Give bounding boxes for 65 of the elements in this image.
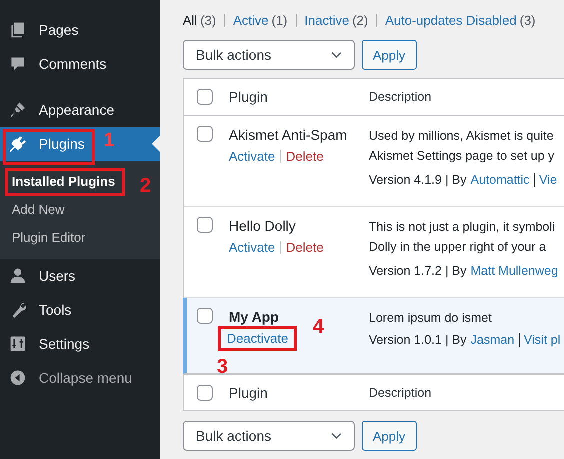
author-link[interactable]: Jasman <box>470 333 515 347</box>
filter-count: (1) <box>272 12 288 30</box>
pages-icon <box>9 21 27 39</box>
author-link[interactable]: Matt Mullenweg <box>470 264 558 278</box>
bulk-actions-select[interactable]: Bulk actions <box>183 421 355 451</box>
users-icon <box>9 267 27 285</box>
annotation-number: 2 <box>140 176 152 196</box>
column-header: Description <box>369 90 432 104</box>
plugin-name: Hello Dolly <box>229 217 296 235</box>
sidebar-menu-item[interactable]: Settings <box>0 327 160 361</box>
sidebar-menu-item[interactable]: Tools <box>0 293 160 327</box>
action-link[interactable]: Delete <box>286 149 324 164</box>
filter-count: (2) <box>352 12 368 30</box>
select-all-checkbox[interactable] <box>197 89 213 105</box>
comments-icon <box>9 55 27 73</box>
filter-count: (3) <box>200 12 216 30</box>
apply-button[interactable]: Apply <box>362 40 417 70</box>
appearance-icon <box>9 101 27 119</box>
chevron-down-icon <box>331 52 342 58</box>
action-link[interactable]: Activate <box>229 149 276 164</box>
plugin-name: My App <box>229 308 280 326</box>
annotation-number: 1 <box>104 131 115 150</box>
row-checkbox[interactable] <box>197 217 213 233</box>
sidebar-menu-item[interactable]: Users <box>0 259 160 293</box>
filter-count: (3) <box>520 12 536 30</box>
action-link[interactable]: Activate <box>229 240 276 255</box>
description-text: Akismet Settings page to set up y <box>369 148 556 165</box>
version-text: Version 1.0.1 | By <box>369 333 467 347</box>
submenu-item[interactable]: Plugin Editor <box>0 224 160 252</box>
row-checkbox[interactable] <box>197 126 213 142</box>
filter-link[interactable]: Auto-updates Disabled <box>385 0 517 42</box>
details-link[interactable]: Vie <box>539 173 558 187</box>
version-text: Version 4.1.9 | By <box>369 173 467 187</box>
filter-link[interactable]: Active <box>233 0 269 42</box>
current-pointer-icon <box>152 136 160 152</box>
sidebar-menu-item[interactable]: Pages <box>0 13 160 47</box>
column-footer: Description <box>369 386 432 400</box>
submenu-item[interactable]: Add New <box>0 196 160 224</box>
bulk-actions-select[interactable]: Bulk actions <box>183 40 355 70</box>
filter-link[interactable]: All <box>183 0 198 42</box>
filter-link[interactable]: Inactive <box>304 0 350 42</box>
description-text: Used by millions, Akismet is quite <box>369 128 555 145</box>
apply-button[interactable]: Apply <box>362 421 417 451</box>
annotation-number: 4 <box>313 317 324 337</box>
description-text: Dolly in the upper right of your a <box>369 239 548 256</box>
details-link[interactable]: Visit pl <box>524 333 561 347</box>
chevron-down-icon <box>331 432 342 440</box>
action-link[interactable]: Delete <box>286 240 324 255</box>
description-text: Lorem ipsum do ismet <box>369 310 493 327</box>
sidebar-menu-item[interactable]: Appearance <box>0 93 160 127</box>
action-link[interactable]: Deactivate <box>221 329 294 348</box>
select-all-checkbox[interactable] <box>197 384 213 400</box>
collapse-icon <box>9 369 27 387</box>
row-checkbox[interactable] <box>197 308 213 324</box>
plugin-name: Akismet Anti-Spam <box>229 126 348 144</box>
plugins-icon <box>9 135 27 153</box>
sidebar-menu-item[interactable]: Collapse menu <box>0 361 160 395</box>
sidebar-menu-item[interactable]: Comments <box>0 47 160 81</box>
settings-icon <box>9 335 27 353</box>
version-text: Version 1.7.2 | By <box>369 264 467 278</box>
annotation-number: 3 <box>217 357 228 377</box>
column-header: Plugin <box>229 89 269 105</box>
author-link[interactable]: Automattic <box>470 173 530 187</box>
description-text: This is not just a plugin, it symboli <box>369 219 556 236</box>
column-footer: Plugin <box>229 384 369 400</box>
